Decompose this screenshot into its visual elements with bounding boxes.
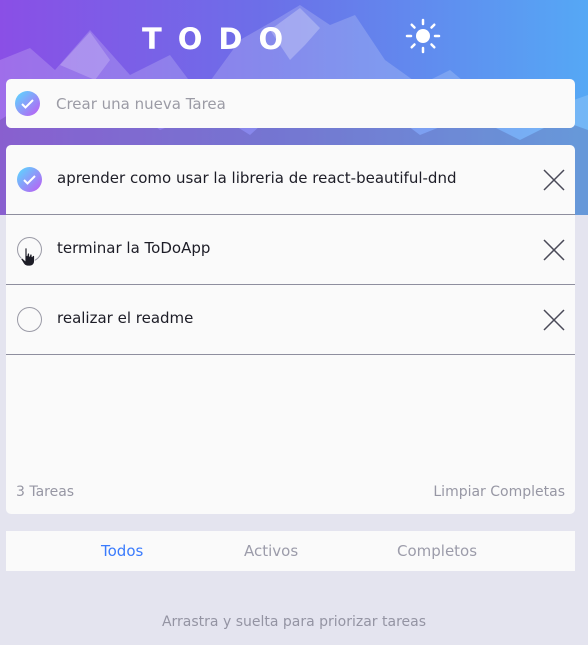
task-list: aprender como usar la libreria de react-… xyxy=(6,145,575,514)
close-icon[interactable] xyxy=(543,169,565,191)
task-text: aprender como usar la libreria de react-… xyxy=(57,169,457,187)
sun-icon[interactable] xyxy=(404,17,442,55)
check-icon xyxy=(23,174,36,185)
new-task-check-toggle[interactable] xyxy=(15,91,40,116)
task-check-toggle[interactable] xyxy=(17,167,42,192)
check-icon xyxy=(21,98,34,109)
new-task-input[interactable] xyxy=(56,91,556,116)
close-icon[interactable] xyxy=(543,309,565,331)
filter-completed[interactable]: Completos xyxy=(397,542,477,560)
hand-pointer-icon xyxy=(20,247,36,271)
close-icon[interactable] xyxy=(543,239,565,261)
app-title: TODO xyxy=(142,22,300,56)
filter-active[interactable]: Activos xyxy=(244,542,298,560)
clear-completed-button[interactable]: Limpiar Completas xyxy=(433,484,565,500)
filter-all[interactable]: Todos xyxy=(101,542,143,560)
task-text: terminar la ToDoApp xyxy=(57,239,211,257)
drag-hint: Arrastra y suelta para priorizar tareas xyxy=(161,614,427,630)
task-item[interactable]: aprender como usar la libreria de react-… xyxy=(6,145,575,215)
task-check-toggle[interactable] xyxy=(17,307,42,332)
task-item[interactable]: terminar la ToDoApp xyxy=(6,215,575,285)
new-task-form xyxy=(6,79,575,128)
task-item[interactable]: realizar el readme xyxy=(6,285,575,355)
task-count: 3 Tareas xyxy=(16,484,75,500)
filter-bar: Todos Activos Completos xyxy=(6,531,575,571)
task-text: realizar el readme xyxy=(57,309,194,327)
